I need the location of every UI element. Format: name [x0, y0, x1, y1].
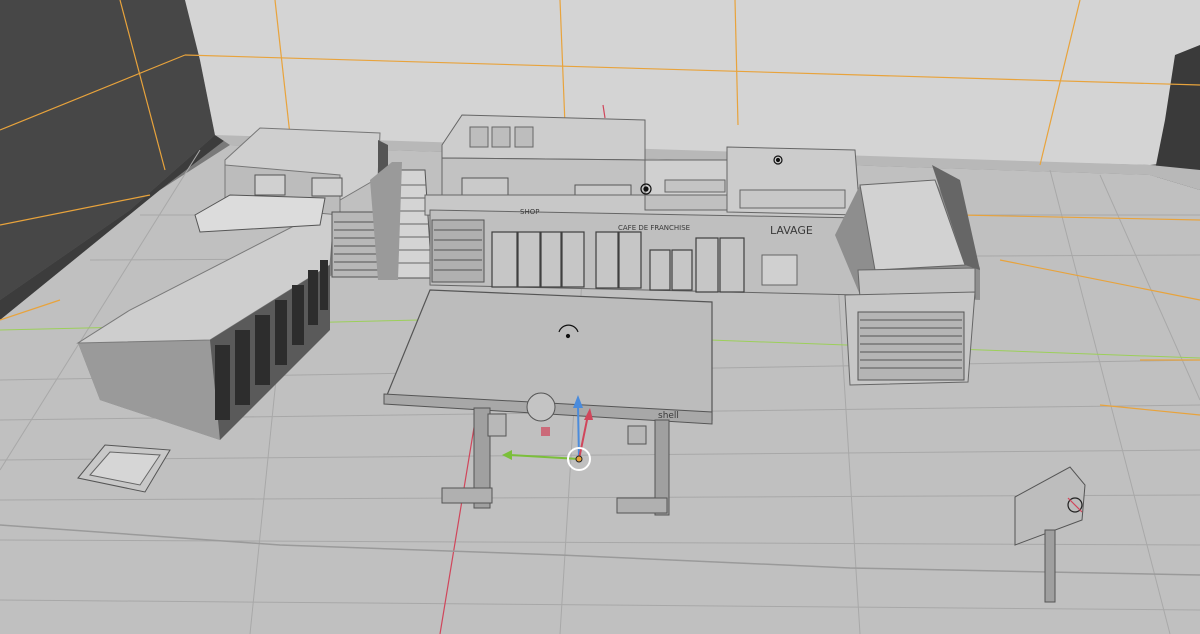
gizmo-z-axis[interactable]: [577, 404, 580, 460]
shop-windows[interactable]: [491, 231, 745, 293]
3d-viewport[interactable]: SHOP CAFE DE FRANCHISE LAVAGE shell: [0, 0, 1200, 634]
object-origin: [575, 455, 583, 463]
sign-lavage: LAVAGE: [770, 224, 813, 237]
sign-shop: SHOP: [520, 208, 539, 216]
viewport-canvas[interactable]: SHOP CAFE DE FRANCHISE LAVAGE shell: [0, 0, 1200, 634]
staircase[interactable]: [370, 162, 433, 280]
sign-cafe: CAFE DE FRANCHISE: [618, 224, 690, 232]
gizmo-xy-plane[interactable]: [541, 427, 550, 436]
right-building[interactable]: [835, 165, 980, 386]
